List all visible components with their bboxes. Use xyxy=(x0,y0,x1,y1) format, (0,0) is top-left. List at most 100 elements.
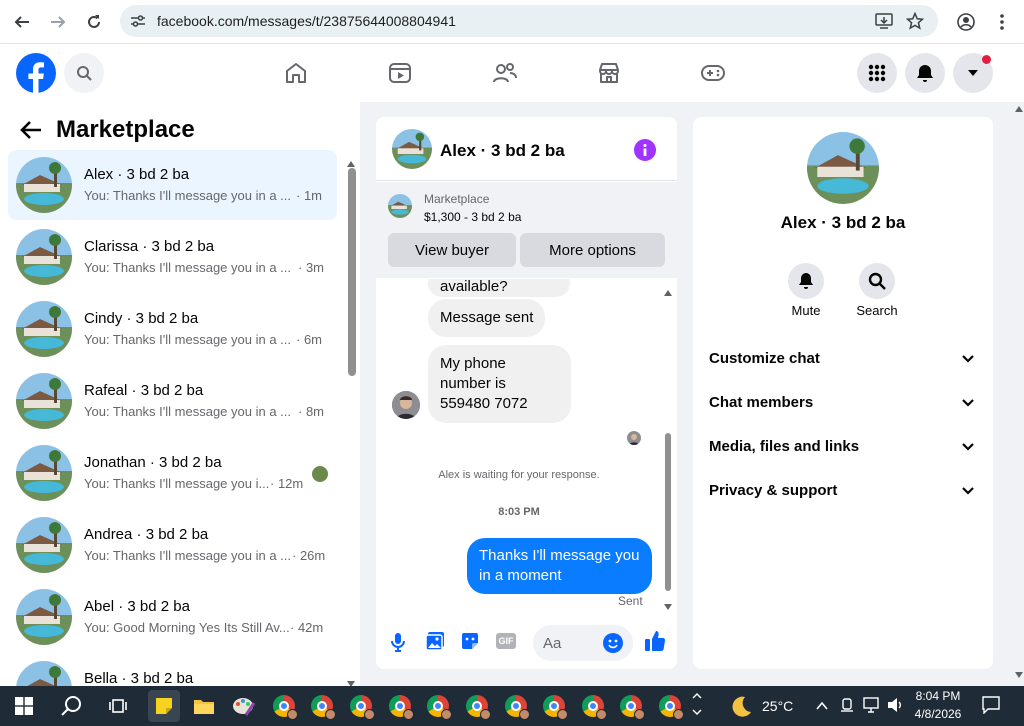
conversation-row[interactable]: Clarissa · 3 bd 2 ba You: Thanks I'll mes… xyxy=(8,222,337,292)
conversation-row[interactable]: Alex · 3 bd 2 ba You: Thanks I'll message… xyxy=(8,150,337,220)
conversation-row[interactable]: Rafeal · 3 bd 2 ba You: Thanks I'll messa… xyxy=(8,366,337,436)
chevron-down-icon[interactable] xyxy=(962,355,974,363)
scroll-down-icon[interactable] xyxy=(1015,672,1023,678)
reload-icon[interactable] xyxy=(80,8,108,36)
video-icon[interactable] xyxy=(384,57,416,89)
thumbs-up-icon[interactable] xyxy=(644,630,666,657)
scroll-down-icon[interactable] xyxy=(664,597,672,615)
scroll-up-icon[interactable] xyxy=(1015,106,1023,112)
section-privacy-support[interactable]: Privacy & support xyxy=(709,482,837,499)
search-icon[interactable] xyxy=(64,53,104,93)
message-timestamp: 8:03 PM xyxy=(498,506,540,518)
account-menu-button[interactable] xyxy=(953,53,993,93)
back-arrow-icon[interactable] xyxy=(20,120,42,145)
avatar xyxy=(16,589,72,645)
chrome-icon[interactable] xyxy=(306,690,338,722)
conversation-row[interactable]: Abel · 3 bd 2 ba You: Good Morning Yes It… xyxy=(8,582,337,652)
search-icon[interactable] xyxy=(56,690,88,722)
taskbar-clock-time[interactable]: 8:04 PM xyxy=(910,689,966,703)
browser-menu-icon[interactable] xyxy=(988,8,1016,36)
site-settings-icon[interactable] xyxy=(130,14,146,28)
chrome-icon[interactable] xyxy=(384,690,416,722)
chevron-down-icon xyxy=(968,70,978,76)
mute-label: Mute xyxy=(791,303,821,318)
sticker-icon[interactable] xyxy=(460,631,480,656)
chrome-icon[interactable] xyxy=(577,690,609,722)
install-app-icon[interactable] xyxy=(875,12,893,30)
emoji-icon[interactable] xyxy=(603,633,623,653)
gaming-icon[interactable] xyxy=(697,57,729,89)
notifications-bell-icon[interactable] xyxy=(905,53,945,93)
section-customize-chat[interactable]: Customize chat xyxy=(709,350,820,367)
chevron-up-icon[interactable] xyxy=(816,698,828,716)
listing-price[interactable]: $1,300 - 3 bd 2 ba xyxy=(424,210,521,224)
avatar xyxy=(16,301,72,357)
friends-icon[interactable] xyxy=(489,57,521,89)
conversation-row[interactable]: Jonathan · 3 bd 2 ba You: Thanks I'll mes… xyxy=(8,438,337,508)
more-options-button[interactable]: More options xyxy=(520,233,665,267)
taskbar-clock-date[interactable]: 4/8/2026 xyxy=(908,707,968,721)
mute-button[interactable] xyxy=(788,263,824,299)
sent-status: Sent xyxy=(618,594,643,608)
chrome-icon[interactable] xyxy=(345,690,377,722)
chat-title[interactable]: Alex · 3 bd 2 ba xyxy=(440,141,565,161)
taskbar-overflow-chevron-icon[interactable] xyxy=(692,690,704,722)
conversation-row[interactable]: Cindy · 3 bd 2 ba You: Thanks I'll messag… xyxy=(8,294,337,364)
paint-icon[interactable] xyxy=(228,690,260,722)
task-view-icon[interactable] xyxy=(102,690,134,722)
chrome-icon[interactable] xyxy=(654,690,686,722)
avatar[interactable] xyxy=(392,129,432,169)
section-media-files-links[interactable]: Media, files and links xyxy=(709,438,859,455)
conversation-row[interactable]: Bella · 3 bd 2 ba xyxy=(8,654,337,686)
conversation-name: Bella · 3 bd 2 ba xyxy=(84,670,194,686)
search-button[interactable] xyxy=(859,263,895,299)
chrome-icon[interactable] xyxy=(615,690,647,722)
windows-start-icon[interactable] xyxy=(8,690,40,722)
notification-center-icon[interactable] xyxy=(982,696,1000,719)
page-scrollbar[interactable] xyxy=(1014,102,1024,686)
meet-now-icon[interactable] xyxy=(840,697,854,718)
message-bubble: Message sent xyxy=(428,299,546,337)
scrollbar-thumb[interactable] xyxy=(348,168,356,376)
message-input[interactable]: Aa xyxy=(533,625,633,661)
chevron-down-icon[interactable] xyxy=(962,399,974,407)
conversation-name: Rafeal · 3 bd 2 ba xyxy=(84,382,204,399)
chrome-icon[interactable] xyxy=(422,690,454,722)
scroll-up-icon[interactable] xyxy=(664,283,672,301)
forward-arrow-icon[interactable] xyxy=(44,8,72,36)
chevron-down-icon[interactable] xyxy=(962,487,974,495)
chrome-icon[interactable] xyxy=(538,690,570,722)
chrome-icon[interactable] xyxy=(461,690,493,722)
profile-icon[interactable] xyxy=(952,8,980,36)
view-buyer-button[interactable]: View buyer xyxy=(388,233,516,267)
message-text: available? xyxy=(440,279,508,295)
scroll-down-icon[interactable] xyxy=(347,674,355,686)
file-explorer-icon[interactable] xyxy=(188,690,220,722)
conversation-preview: You: Thanks I'll message you i... xyxy=(84,476,270,491)
back-arrow-icon[interactable] xyxy=(8,8,36,36)
gif-icon[interactable]: GIF xyxy=(496,633,516,649)
message-list[interactable]: available? Message sent My phone number … xyxy=(376,279,677,619)
marketplace-icon[interactable] xyxy=(593,57,625,89)
menu-grid-icon[interactable] xyxy=(857,53,897,93)
info-icon[interactable] xyxy=(634,139,656,161)
sticky-notes-icon[interactable] xyxy=(148,690,180,722)
volume-icon[interactable] xyxy=(887,697,903,718)
microphone-icon[interactable] xyxy=(390,632,406,657)
photo-icon[interactable] xyxy=(425,631,445,656)
weather-temperature[interactable]: 25°C xyxy=(762,698,793,714)
avatar[interactable] xyxy=(807,132,879,204)
section-chat-members[interactable]: Chat members xyxy=(709,394,813,411)
conversation-row[interactable]: Andrea · 3 bd 2 ba You: Thanks I'll messa… xyxy=(8,510,337,580)
scroll-up-icon[interactable] xyxy=(347,154,355,167)
chrome-icon[interactable] xyxy=(268,690,300,722)
bookmark-star-icon[interactable] xyxy=(906,12,924,30)
avatar[interactable] xyxy=(392,391,420,419)
facebook-logo[interactable] xyxy=(16,53,56,93)
scrollbar-thumb[interactable] xyxy=(665,433,671,591)
address-bar[interactable]: facebook.com/messages/t/2387564400880494… xyxy=(120,5,938,37)
chrome-icon[interactable] xyxy=(500,690,532,722)
network-icon[interactable] xyxy=(862,697,880,718)
home-icon[interactable] xyxy=(280,57,312,89)
chevron-down-icon[interactable] xyxy=(962,443,974,451)
